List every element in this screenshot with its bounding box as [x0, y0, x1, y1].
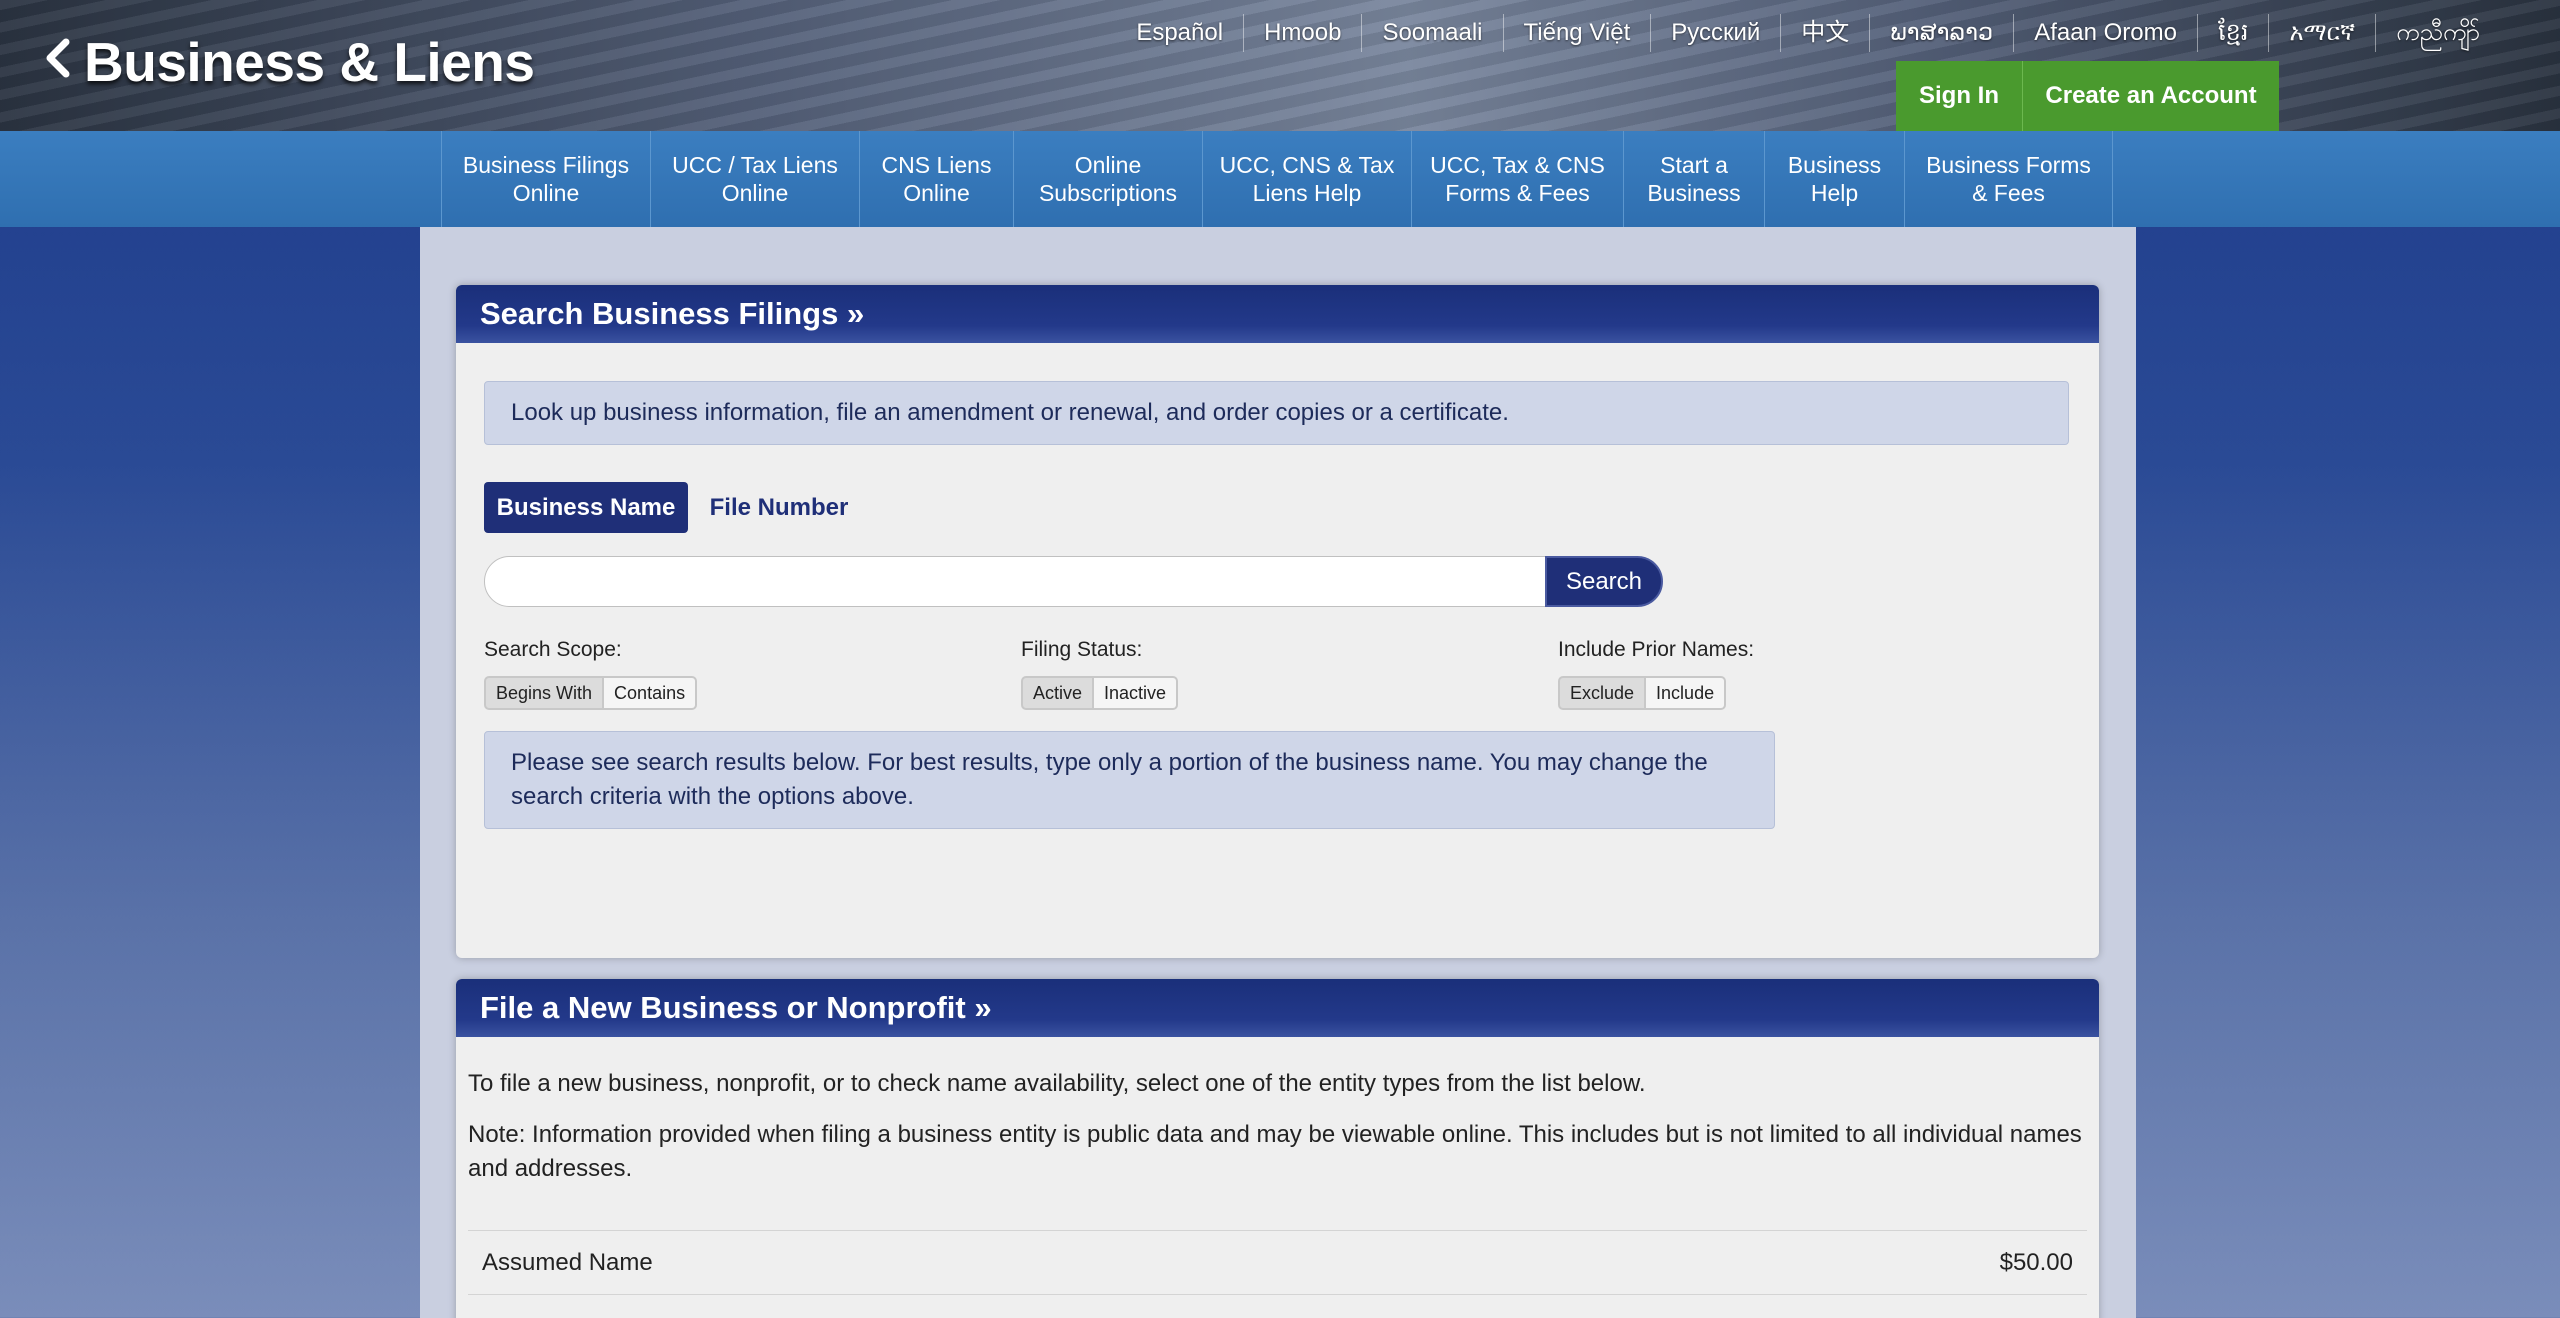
language-link-spanish[interactable]: Español: [1116, 14, 1243, 52]
search-intro-box: Look up business information, file an am…: [484, 381, 2069, 445]
search-intro-text: Look up business information, file an am…: [511, 399, 1509, 426]
language-link-lao[interactable]: ພາສາລາວ: [1869, 14, 2013, 52]
prior-include-button[interactable]: Include: [1646, 676, 1727, 710]
nav-label-line2: Liens Help: [1252, 180, 1362, 206]
nav-item-business-forms-fees[interactable]: Business Forms & Fees: [1905, 131, 2113, 227]
prior-names-filter: Include Prior Names: Exclude Include: [1558, 638, 1754, 710]
nav-label-line2: Online: [721, 180, 789, 206]
scope-begins-with-button[interactable]: Begins With: [484, 676, 605, 710]
status-inactive-button[interactable]: Inactive: [1094, 676, 1179, 710]
language-link-hmong[interactable]: Hmoob: [1243, 14, 1361, 52]
file-new-business-panel: File a New Business or Nonprofit » To fi…: [456, 979, 2099, 1318]
tab-business-name[interactable]: Business Name: [484, 482, 688, 533]
search-business-filings-panel: Search Business Filings » Look up busine…: [456, 285, 2099, 958]
language-bar: Español Hmoob Soomaali Tiếng Việt Русски…: [1116, 14, 2500, 52]
nav-label-line1: Start a: [1660, 152, 1728, 178]
search-notice-text: Please see search results below. For bes…: [511, 749, 1708, 810]
filter-label: Include Prior Names:: [1558, 638, 1755, 661]
scope-contains-button[interactable]: Contains: [604, 676, 698, 710]
entity-fee: $50.00: [1999, 1248, 2073, 1276]
nav-item-cns-liens-online[interactable]: CNS Liens Online: [860, 131, 1014, 227]
auth-bar: Sign In Create an Account: [1896, 61, 2279, 131]
create-account-button[interactable]: Create an Account: [2023, 61, 2279, 131]
nav-label-line1: Business Filings: [462, 152, 630, 178]
nav-label-line1: UCC, Tax & CNS: [1430, 152, 1605, 178]
nav-item-business-help[interactable]: Business Help: [1765, 131, 1905, 227]
site-header: Business & Liens Español Hmoob Soomaali …: [0, 0, 2560, 131]
site-title: Business & Liens: [84, 31, 535, 93]
search-button[interactable]: Search: [1545, 556, 1663, 607]
nav-label-line1: UCC, CNS & Tax: [1219, 152, 1395, 178]
nav-item-online-subscriptions[interactable]: Online Subscriptions: [1014, 131, 1203, 227]
tab-file-number[interactable]: File Number: [704, 482, 854, 533]
language-link-somali[interactable]: Soomaali: [1361, 14, 1502, 52]
language-link-khmer[interactable]: ខ្មែរ: [2196, 14, 2268, 52]
nav-label-line1: UCC / Tax Liens: [672, 152, 838, 178]
language-link-chinese[interactable]: 中文: [1780, 14, 1869, 52]
language-link-vietnamese[interactable]: Tiếng Việt: [1502, 14, 1651, 52]
search-notice-box: Please see search results below. For bes…: [484, 731, 1775, 829]
filter-label: Filing Status:: [1021, 638, 1143, 661]
entity-row[interactable]: Assumed Name $50.00: [468, 1230, 2087, 1294]
nav-item-ucc-tax-liens-online[interactable]: UCC / Tax Liens Online: [651, 131, 860, 227]
status-active-button[interactable]: Active: [1021, 676, 1095, 710]
filter-label: Search Scope:: [484, 638, 622, 661]
nav-label-line1: Online: [1074, 152, 1142, 178]
nav-item-liens-forms-fees[interactable]: UCC, Tax & CNS Forms & Fees: [1412, 131, 1624, 227]
business-name-search-input[interactable]: [484, 556, 1546, 607]
main-nav: Business Filings Online UCC / Tax Liens On…: [0, 131, 2560, 227]
chevron-left-icon: [46, 38, 70, 78]
file-intro-text: To file a new business, nonprofit, or to…: [468, 1070, 1646, 1097]
nav-label-line2: Help: [1810, 180, 1859, 206]
main-content: Search Business Filings » Look up busine…: [420, 227, 2136, 1318]
search-scope-filter: Search Scope: Begins With Contains: [484, 638, 698, 710]
entity-name: Assumed Name: [482, 1248, 653, 1276]
language-link-karen[interactable]: ကညီကျိာ်: [2375, 14, 2500, 52]
nav-label-line2: Business: [1647, 180, 1741, 206]
nav-label-line2: Online: [903, 180, 970, 206]
sign-in-button[interactable]: Sign In: [1896, 61, 2023, 131]
nav-label-line2: Forms & Fees: [1445, 180, 1590, 206]
language-link-oromo[interactable]: Afaan Oromo: [2013, 14, 2197, 52]
nav-item-liens-help[interactable]: UCC, CNS & Tax Liens Help: [1203, 131, 1412, 227]
panel-title[interactable]: File a New Business or Nonprofit »: [456, 979, 2099, 1037]
public-data-note: Note: Information provided when filing a…: [468, 1121, 2082, 1182]
panel-title[interactable]: Search Business Filings »: [456, 285, 2099, 343]
nav-label-line1: Business Forms: [1926, 152, 2091, 178]
site-title-link[interactable]: Business & Liens: [44, 30, 535, 94]
nav-label-line2: Subscriptions: [1038, 180, 1178, 206]
nav-label-line2: & Fees: [1972, 180, 2045, 206]
filing-status-filter: Filing Status: Active Inactive: [1021, 638, 1179, 710]
language-link-amharic[interactable]: አማርኛ: [2268, 14, 2375, 52]
prior-exclude-button[interactable]: Exclude: [1558, 676, 1647, 710]
nav-label-line2: Online: [512, 180, 580, 206]
nav-label-line1: CNS Liens: [881, 152, 992, 178]
nav-item-start-a-business[interactable]: Start a Business: [1624, 131, 1765, 227]
language-link-russian[interactable]: Русский: [1650, 14, 1780, 52]
nav-label-line1: Business: [1787, 152, 1882, 178]
entity-row[interactable]: [468, 1294, 2087, 1318]
nav-item-business-filings-online[interactable]: Business Filings Online: [442, 131, 651, 227]
